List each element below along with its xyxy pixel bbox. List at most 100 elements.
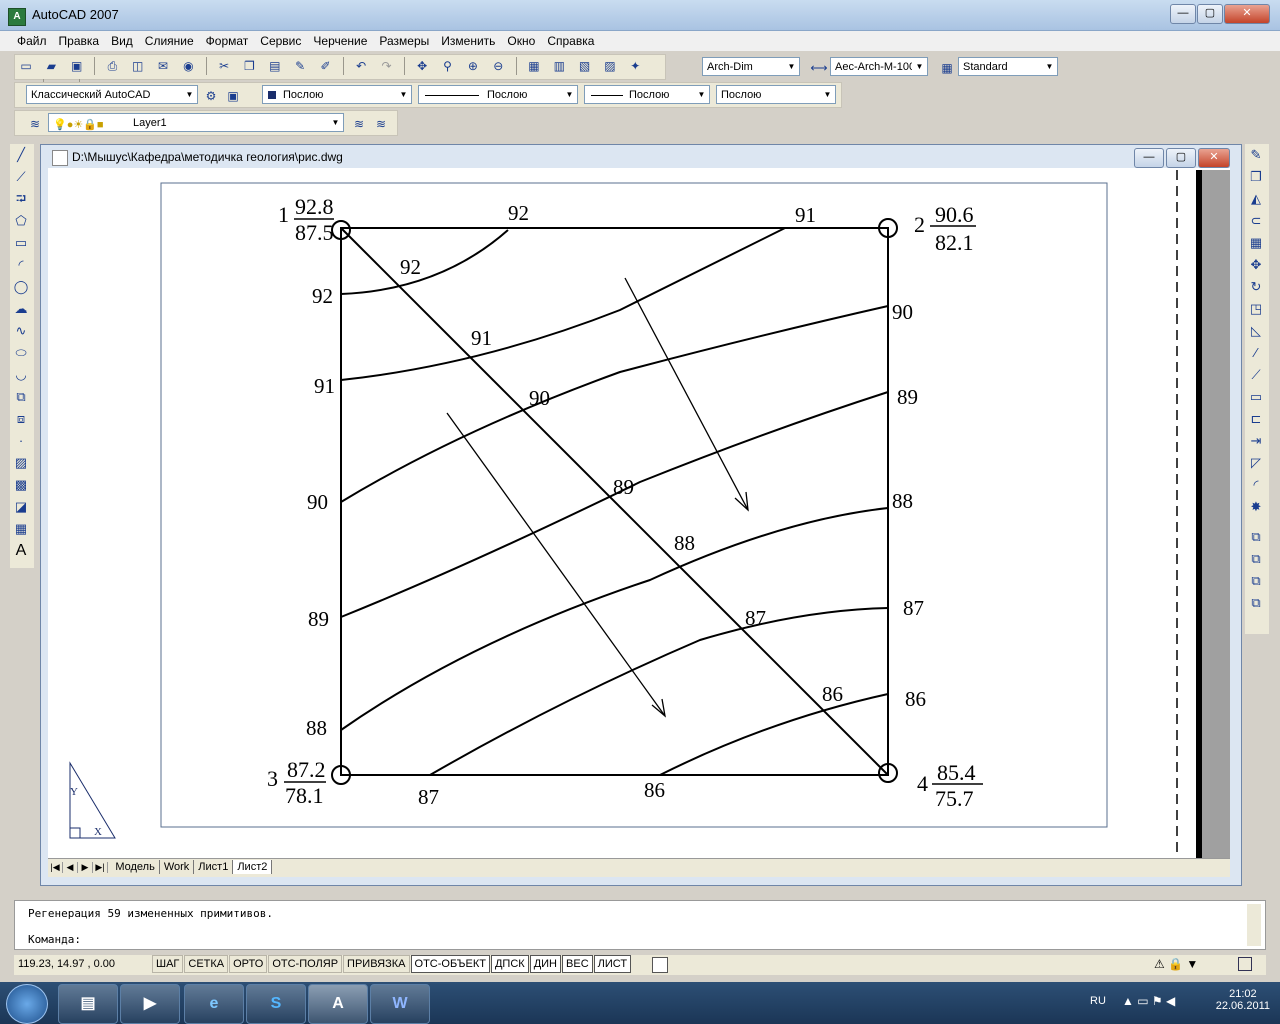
ellipse-icon[interactable]: ⬭ <box>10 342 32 364</box>
ie-task-icon[interactable]: e <box>184 984 244 1024</box>
tab-model[interactable]: Модель <box>111 860 160 874</box>
rectangle-icon[interactable]: ▭ <box>10 232 32 254</box>
layer-previous-icon[interactable]: ≋ <box>372 115 390 133</box>
join-icon[interactable]: ⇥ <box>1245 430 1267 452</box>
menu-item[interactable]: Правка <box>53 31 106 48</box>
start-button[interactable] <box>6 984 48 1024</box>
print-icon[interactable]: ⎙ <box>103 57 121 75</box>
tab-sheet1[interactable]: Лист1 <box>194 860 234 874</box>
tab-sheet2[interactable]: Лист2 <box>233 860 273 874</box>
pan-icon[interactable]: ✥ <box>413 57 431 75</box>
menu-item[interactable]: Вид <box>105 31 139 48</box>
move-icon[interactable]: ✥ <box>1245 254 1267 276</box>
clean-screen-icon[interactable] <box>1238 957 1252 971</box>
circle-icon[interactable]: ◯ <box>10 276 32 298</box>
break-icon[interactable]: ⊏ <box>1245 408 1267 430</box>
zoom-realtime-icon[interactable]: ⚲ <box>439 57 457 75</box>
tab-prev-icon[interactable]: ◀ <box>63 862 78 873</box>
autocad-task-icon[interactable]: A <box>308 984 368 1024</box>
point-icon[interactable]: · <box>10 430 32 452</box>
tray-status-icons[interactable]: ⚠ 🔒 ▼ <box>1154 957 1198 971</box>
maximize-button[interactable]: ▢ <box>1197 4 1223 24</box>
array-icon[interactable]: ▦ <box>1245 232 1267 254</box>
hatch-icon[interactable]: ▨ <box>10 452 32 474</box>
redo-icon[interactable]: ↷ <box>378 57 396 75</box>
language-indicator[interactable]: RU <box>1090 995 1106 1007</box>
tab-last-icon[interactable]: ▶| <box>93 862 108 873</box>
menu-item[interactable]: Окно <box>501 31 541 48</box>
erase-icon[interactable]: ✎ <box>1245 144 1267 166</box>
layer-manager-icon[interactable]: ≋ <box>26 115 44 133</box>
save-icon[interactable]: ▣ <box>68 57 86 75</box>
close-button[interactable]: ✕ <box>1224 4 1270 24</box>
menu-item[interactable]: Справка <box>541 31 600 48</box>
menu-item[interactable]: Размеры <box>373 31 435 48</box>
multiline-text-icon[interactable]: A <box>10 540 32 562</box>
revision-cloud-icon[interactable]: ☁ <box>10 298 32 320</box>
web-publish-icon[interactable]: ◉ <box>179 57 197 75</box>
zoom-window-icon[interactable]: ⊕ <box>464 57 482 75</box>
explode-icon[interactable]: ✸ <box>1245 496 1267 518</box>
status-toggle-button[interactable]: ПРИВЯЗКА <box>343 955 410 973</box>
tray-icons[interactable]: ▲ ▭ ⚑ ◀ <box>1122 994 1175 1008</box>
clock[interactable]: 21:02 22.06.2011 <box>1216 988 1270 1012</box>
spline-icon[interactable]: ∿ <box>10 320 32 342</box>
draworder-below-icon[interactable]: ⧉ <box>1245 592 1267 614</box>
workspace-settings-icon[interactable]: ⚙ <box>202 87 220 105</box>
chamfer-icon[interactable]: ◸ <box>1245 452 1267 474</box>
media-player-task-icon[interactable]: ▶ <box>120 984 180 1024</box>
design-center-icon[interactable]: ▥ <box>550 57 568 75</box>
save-workspace-icon[interactable]: ▣ <box>224 87 242 105</box>
workspace-select[interactable]: Классический AutoCAD ▼ <box>26 85 198 104</box>
dim-style-icon[interactable]: ⟷ <box>810 59 828 77</box>
model-paper-toggle-icon[interactable] <box>652 957 668 973</box>
gradient-icon[interactable]: ▩ <box>10 474 32 496</box>
trim-icon[interactable]: ⁄ <box>1245 342 1267 364</box>
status-toggle-button[interactable]: ОРТО <box>229 955 268 973</box>
new-file-icon[interactable]: ▭ <box>17 57 35 75</box>
table-icon[interactable]: ▦ <box>10 518 32 540</box>
color-select[interactable]: Послою ▼ <box>262 85 412 104</box>
markup-icon[interactable]: ✦ <box>626 57 644 75</box>
paste-icon[interactable]: ▤ <box>266 57 284 75</box>
command-window[interactable]: Регенерация 59 измененных примитивов. Ко… <box>14 900 1266 950</box>
status-toggle-button[interactable]: ОТС-ОБЪЕКТ <box>410 955 490 973</box>
status-toggle-button[interactable]: ДИН <box>529 955 562 973</box>
layer-select[interactable]: 💡●☀🔒■ Layer1 ▼ <box>48 113 344 132</box>
drawing-minimize-button[interactable]: — <box>1134 148 1164 168</box>
construction-line-icon[interactable]: ⟋ <box>10 166 32 188</box>
make-block-icon[interactable]: ⧈ <box>10 408 32 430</box>
status-toggle-button[interactable]: ШАГ <box>152 955 184 973</box>
tab-first-icon[interactable]: |◀ <box>48 862 63 873</box>
offset-icon[interactable]: ⊂ <box>1245 210 1267 232</box>
tab-work[interactable]: Work <box>160 860 195 874</box>
drawing-maximize-button[interactable]: ▢ <box>1166 148 1196 168</box>
minimize-button[interactable]: — <box>1170 4 1196 24</box>
menu-item[interactable]: Формат <box>200 31 255 48</box>
mirror-icon[interactable]: ◭ <box>1245 188 1267 210</box>
menu-item[interactable]: Слияние <box>139 31 200 48</box>
text-style-select[interactable]: Arch-Dim ▼ <box>702 57 800 76</box>
status-toggle-button[interactable]: ЛИСТ <box>593 955 632 973</box>
drawing-canvas[interactable]: 1 92.8 87.5 2 90.6 82.1 3 87.2 78.1 4 85… <box>48 168 1230 858</box>
tab-next-icon[interactable]: ▶ <box>78 862 93 873</box>
status-toggle-button[interactable]: ДПСК <box>490 955 529 973</box>
draworder-back-icon[interactable]: ⧉ <box>1245 548 1267 570</box>
insert-block-icon[interactable]: ⧉ <box>10 386 32 408</box>
publish-icon[interactable]: ✉ <box>154 57 172 75</box>
linetype-select[interactable]: Послою ▼ <box>418 85 578 104</box>
extend-icon[interactable]: ⟋ <box>1245 364 1267 386</box>
command-scrollbar[interactable] <box>1247 904 1261 946</box>
draworder-front-icon[interactable]: ⧉ <box>1245 526 1267 548</box>
preview-icon[interactable]: ◫ <box>129 57 147 75</box>
menu-item[interactable]: Изменить <box>435 31 501 48</box>
status-toggle-button[interactable]: ОТС-ПОЛЯР <box>268 955 343 973</box>
make-layer-current-icon[interactable]: ≋ <box>350 115 368 133</box>
line-icon[interactable]: ╱ <box>10 144 32 166</box>
menu-item[interactable]: Сервис <box>254 31 307 48</box>
cut-icon[interactable]: ✂ <box>215 57 233 75</box>
block-editor-icon[interactable]: ✐ <box>316 57 334 75</box>
polyline-icon[interactable]: ⮒ <box>10 188 32 210</box>
skype-task-icon[interactable]: S <box>246 984 306 1024</box>
copy-object-icon[interactable]: ❐ <box>1245 166 1267 188</box>
